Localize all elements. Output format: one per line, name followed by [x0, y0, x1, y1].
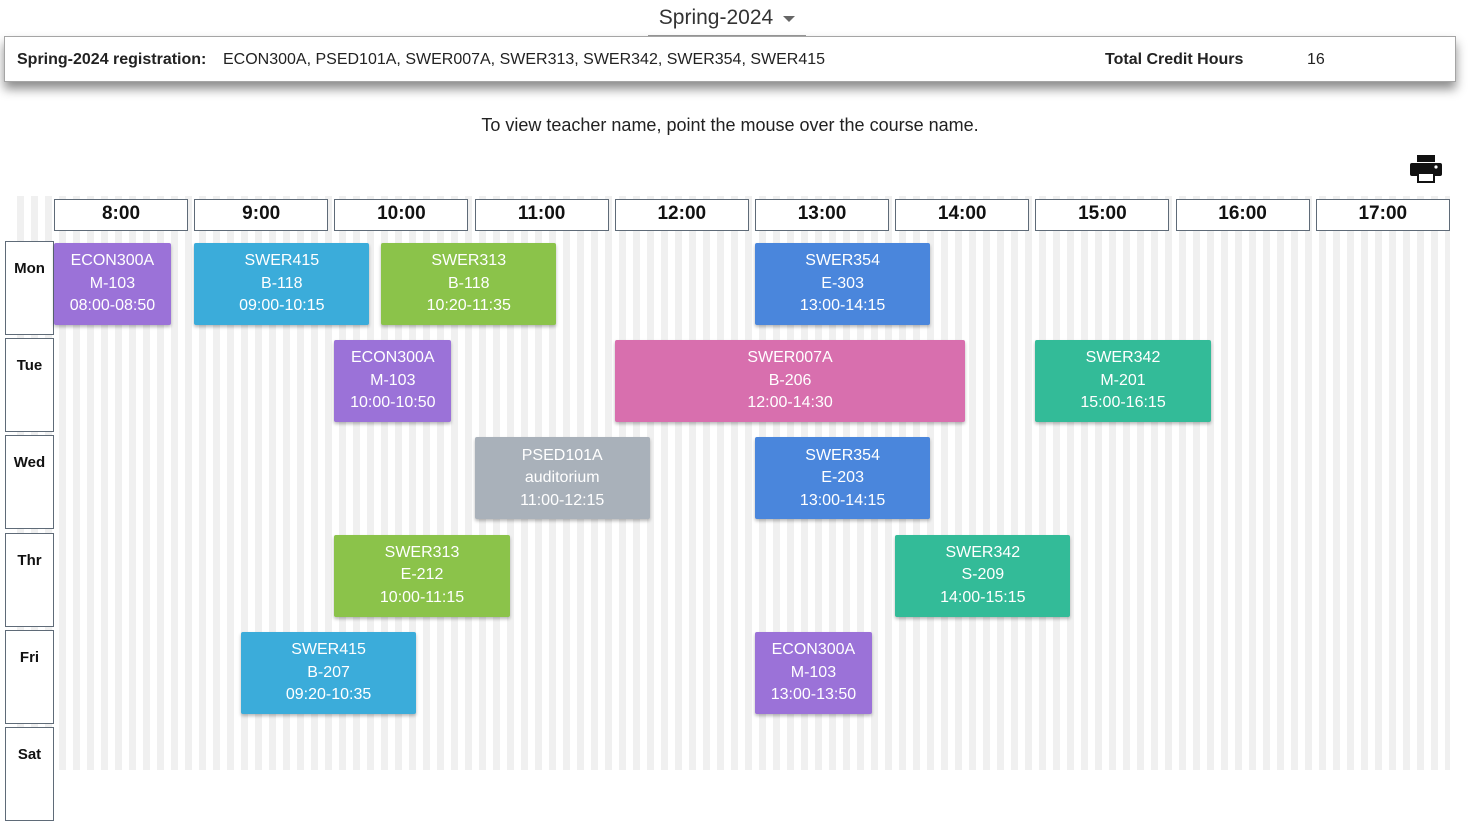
hour-header: 14:00 — [895, 199, 1030, 231]
course-room: S-209 — [961, 566, 1005, 584]
course-block-swer342[interactable]: SWER342 S-209 14:00-15:15 — [895, 534, 1071, 617]
course-block-swer415[interactable]: SWER415 B-207 09:20-10:35 — [240, 631, 417, 714]
course-block-swer342[interactable]: SWER342 M-201 15:00-16:15 — [1035, 340, 1211, 423]
course-block-psed101a[interactable]: PSED101A auditorium 11:00-12:15 — [474, 437, 650, 520]
hour-header: 15:00 — [1035, 199, 1170, 231]
hour-header: 11:00 — [474, 199, 609, 231]
course-room: M-103 — [370, 371, 416, 389]
course-room: E-303 — [821, 274, 864, 292]
hour-header: 9:00 — [194, 199, 329, 231]
course-block-swer354[interactable]: SWER354 E-203 13:00-14:15 — [755, 437, 931, 520]
course-time: 12:00-14:30 — [747, 394, 833, 412]
course-room: B-118 — [447, 274, 490, 292]
course-code: SWER313 — [431, 252, 507, 270]
registration-summary: Spring-2024 registration: ECON300A, PSED… — [4, 36, 1456, 82]
course-block-swer415[interactable]: SWER415 B-118 09:00-10:15 — [194, 243, 370, 325]
course-code: ECON300A — [70, 252, 155, 270]
hour-header: 16:00 — [1175, 199, 1310, 231]
course-block-swer313[interactable]: SWER313 B-118 10:20-11:35 — [381, 243, 557, 325]
course-code: SWER007A — [747, 349, 833, 367]
course-room: B-207 — [307, 663, 350, 681]
course-block-econ300a[interactable]: ECON300A M-103 13:00-13:50 — [755, 631, 872, 714]
course-room: B-118 — [261, 274, 303, 292]
total-credit-label: Total Credit Hours — [1105, 51, 1244, 68]
course-time: 09:00-10:15 — [239, 297, 325, 315]
course-code: ECON300A — [351, 349, 435, 367]
course-time: 11:00-12:15 — [520, 491, 605, 509]
course-time: 13:00-14:15 — [799, 297, 886, 315]
course-time: 10:00-10:50 — [350, 394, 436, 412]
course-room: B-206 — [768, 371, 812, 389]
course-block-swer007a[interactable]: SWER007A B-206 12:00-14:30 — [614, 340, 966, 423]
course-block-swer313[interactable]: SWER313 E-212 10:00-11:15 — [334, 534, 510, 617]
chevron-down-icon — [783, 15, 796, 22]
hour-header: 8:00 — [54, 199, 188, 231]
course-time: 10:00-11:15 — [379, 588, 465, 606]
course-time: 10:20-11:35 — [426, 297, 511, 315]
course-code: SWER415 — [291, 641, 366, 659]
registration-label: Spring-2024 registration: — [17, 51, 207, 68]
hour-header: 17:00 — [1315, 199, 1450, 231]
course-code: SWER354 — [805, 446, 880, 464]
day-label: Wed — [5, 435, 54, 530]
course-code: SWER342 — [945, 543, 1021, 561]
total-credit-value: 16 — [1307, 51, 1325, 68]
course-room: M-201 — [1100, 371, 1146, 389]
day-label: Tue — [5, 338, 54, 433]
day-label: Mon — [5, 241, 54, 335]
course-code: SWER342 — [1085, 349, 1161, 367]
course-code: SWER415 — [244, 252, 320, 270]
day-label: Fri — [5, 629, 54, 724]
course-code: SWER313 — [384, 543, 460, 561]
course-time: 09:20-10:35 — [285, 686, 372, 704]
course-room: E-203 — [821, 469, 864, 487]
hint-text: To view teacher name, point the mouse ov… — [481, 115, 979, 135]
hour-header: 10:00 — [334, 199, 469, 231]
registration-courses: ECON300A, PSED101A, SWER007A, SWER313, S… — [223, 51, 826, 68]
course-time: 13:00-14:15 — [799, 491, 886, 509]
course-time: 13:00-13:50 — [770, 686, 857, 704]
semester-value: Spring-2024 — [658, 5, 774, 29]
course-code: ECON300A — [771, 641, 856, 659]
course-block-swer354[interactable]: SWER354 E-303 13:00-14:15 — [755, 243, 931, 325]
print-icon — [1410, 155, 1442, 183]
print-button[interactable] — [1410, 155, 1442, 183]
course-room: auditorium — [524, 469, 600, 487]
course-time: 14:00-15:15 — [940, 588, 1026, 606]
course-code: SWER354 — [805, 252, 880, 270]
hour-header: 12:00 — [614, 199, 749, 231]
course-room: M-103 — [790, 663, 837, 681]
day-label: Sat — [5, 727, 54, 821]
course-code: PSED101A — [521, 446, 603, 464]
day-label: Thr — [5, 532, 54, 627]
course-time: 15:00-16:15 — [1080, 394, 1166, 412]
course-room: M-103 — [89, 274, 136, 292]
course-time: 08:00-08:50 — [69, 297, 156, 315]
course-block-econ300a[interactable]: ECON300A M-103 10:00-10:50 — [334, 340, 452, 423]
course-block-econ300a[interactable]: ECON300A M-103 08:00-08:50 — [54, 243, 171, 325]
hour-header: 13:00 — [755, 199, 889, 231]
course-room: E-212 — [400, 566, 444, 584]
semester-select[interactable]: Spring-2024 — [648, 0, 806, 36]
